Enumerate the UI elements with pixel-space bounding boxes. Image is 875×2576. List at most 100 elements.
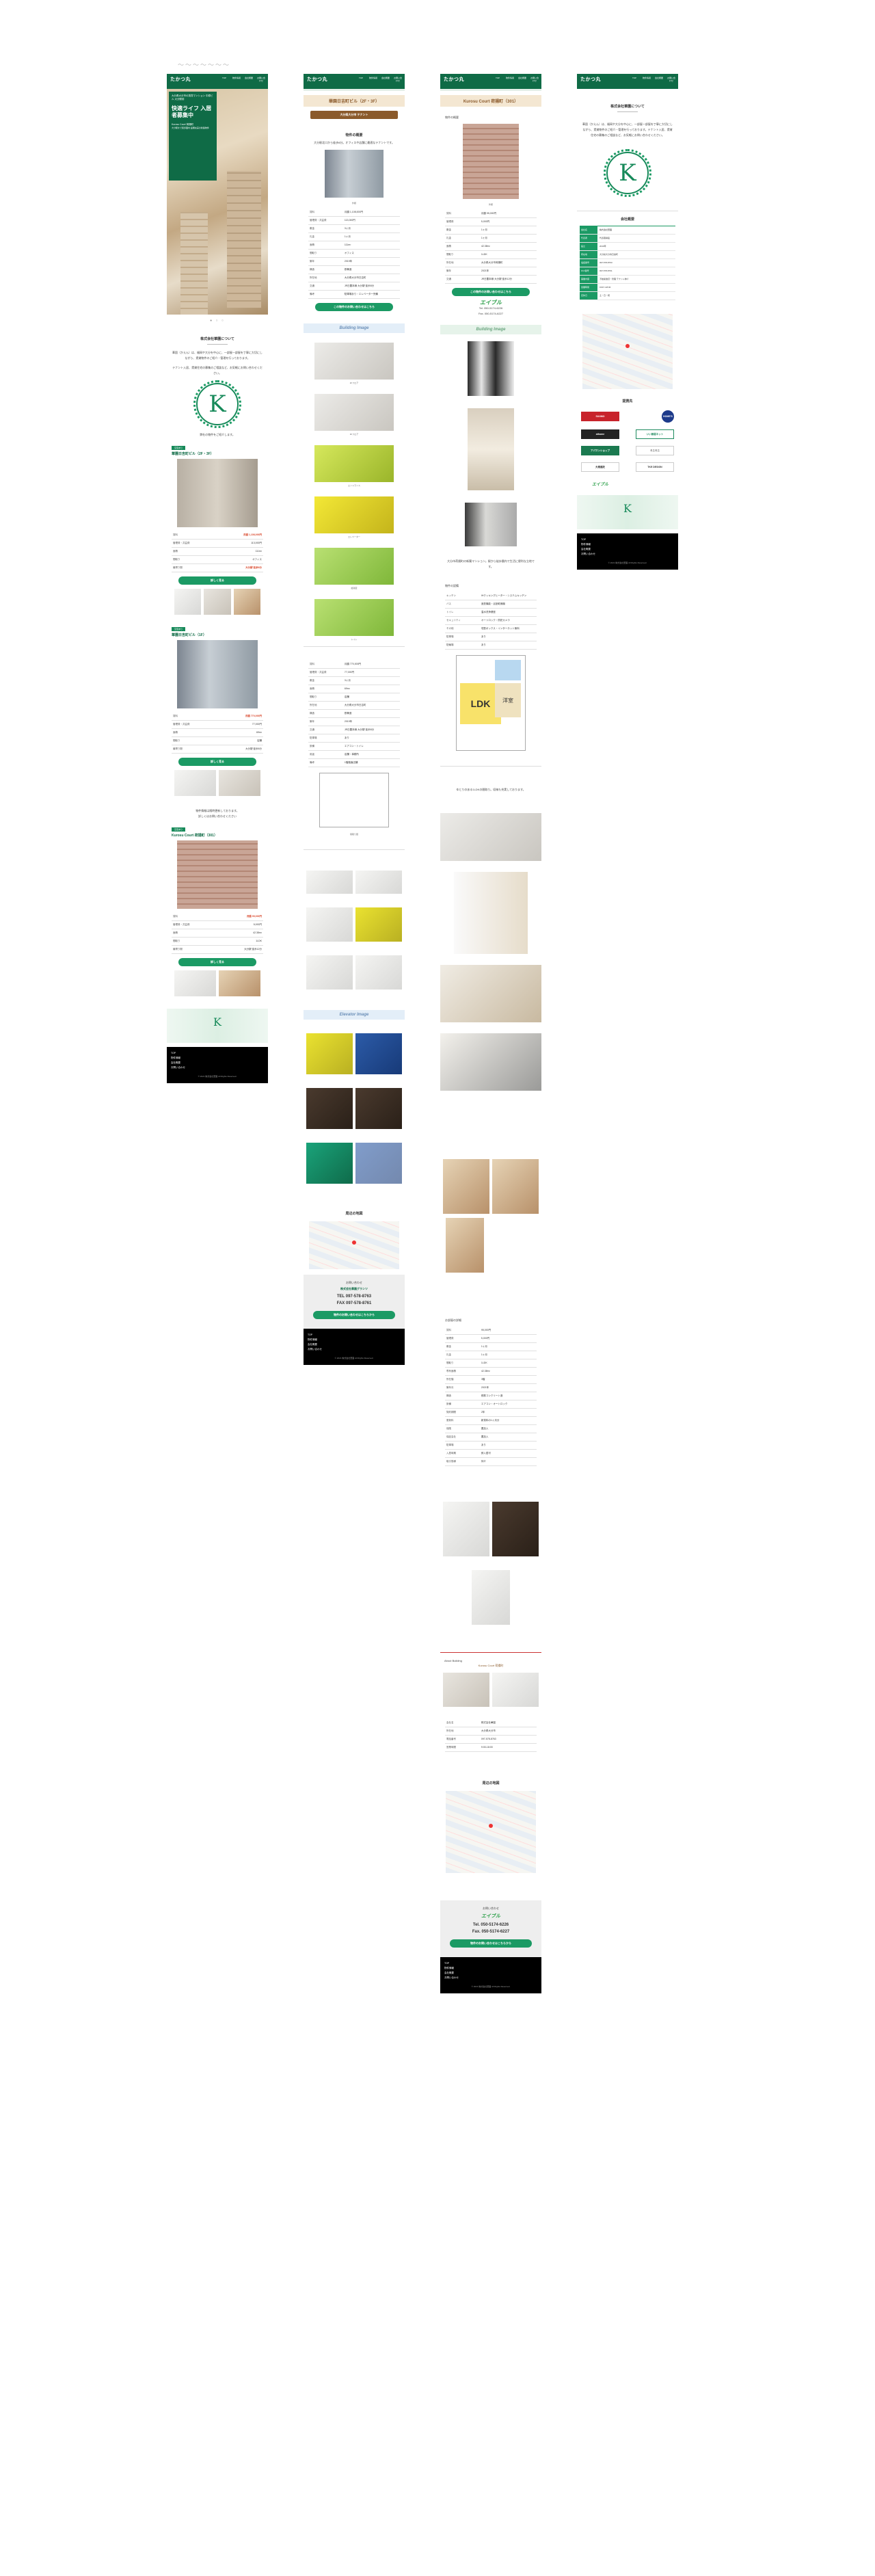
- footer-link-contact[interactable]: お問い合わせ: [581, 552, 674, 557]
- grid-photo[interactable]: [355, 907, 402, 942]
- nav-item-company[interactable]: 会社概要: [381, 77, 390, 82]
- room-photo[interactable]: [492, 1502, 539, 1556]
- elevator-photo[interactable]: [355, 1033, 402, 1074]
- interior-photo[interactable]: [440, 965, 541, 1022]
- listing-photo[interactable]: [177, 840, 258, 909]
- footer-link-properties[interactable]: 物件情報: [581, 542, 674, 547]
- slider-dots[interactable]: ● ○ ○: [167, 319, 268, 323]
- thumb[interactable]: [174, 770, 216, 796]
- partner-logo-suumo[interactable]: SUUMO: [581, 412, 619, 421]
- site-logo[interactable]: たかつ丸: [170, 76, 191, 83]
- footer-link-top[interactable]: TOP: [581, 537, 674, 542]
- site-logo[interactable]: たかつ丸: [307, 76, 327, 83]
- nav-item-top[interactable]: TOP: [630, 77, 639, 82]
- partner-logo-daito[interactable]: 大東建託: [581, 462, 619, 472]
- elevator-photo[interactable]: [355, 1088, 402, 1129]
- contact-button[interactable]: 物件のお問い合わせはこちらから: [450, 1939, 532, 1948]
- area-map[interactable]: [309, 1221, 399, 1269]
- grid-photo[interactable]: [306, 955, 353, 990]
- partner-logo-athome[interactable]: athome: [581, 429, 619, 439]
- room-photo[interactable]: [443, 1502, 489, 1556]
- footer-link-company[interactable]: 会社概要: [171, 1061, 264, 1065]
- footer-link-contact[interactable]: お問い合わせ: [171, 1065, 264, 1070]
- gallery-photo[interactable]: [314, 445, 394, 482]
- footer-link-top[interactable]: TOP: [308, 1333, 401, 1338]
- thumb[interactable]: [204, 589, 231, 615]
- footer-link-contact[interactable]: お問い合わせ: [308, 1347, 401, 1352]
- inquiry-button[interactable]: この物件のお問い合わせはこちら: [315, 303, 393, 311]
- grid-photo[interactable]: [355, 955, 402, 990]
- partner-logo-iiheya[interactable]: いい部屋ネット: [636, 429, 674, 439]
- facade-photo[interactable]: [325, 150, 383, 198]
- floor-plan[interactable]: [319, 773, 389, 827]
- listing-detail-button[interactable]: 詳しく見る: [178, 758, 256, 766]
- nav-item-company[interactable]: 会社概要: [244, 77, 254, 82]
- area-map[interactable]: [446, 1791, 536, 1873]
- contact-button[interactable]: 物件のお問い合わせはこちらから: [313, 1311, 395, 1319]
- gallery-photo[interactable]: [314, 496, 394, 533]
- contact-tel[interactable]: Tel. 050-5174-6226: [443, 1922, 539, 1928]
- nav-item-contact[interactable]: お問い合わせ: [393, 77, 403, 82]
- footer-link-company[interactable]: 会社概要: [581, 547, 674, 552]
- about-photo[interactable]: [492, 1673, 539, 1707]
- listing-photo[interactable]: [177, 640, 258, 708]
- footer-link-contact[interactable]: お問い合わせ: [444, 1976, 537, 1980]
- partner-logo-able[interactable]: エイブル: [581, 479, 619, 488]
- floor-plan[interactable]: LDK 洋室: [456, 655, 526, 751]
- contact-tel[interactable]: TEL 097-578-8763: [306, 1293, 402, 1300]
- listing-photo[interactable]: [177, 459, 258, 527]
- footer-link-company[interactable]: 会社概要: [444, 1971, 537, 1976]
- company-map[interactable]: [582, 314, 673, 389]
- gallery-photo[interactable]: [314, 548, 394, 585]
- elevator-photo[interactable]: [306, 1033, 353, 1074]
- agent-tel[interactable]: Tel. 050-5174-6226: [445, 306, 537, 311]
- elevator-photo[interactable]: [355, 1143, 402, 1184]
- nav-item-top[interactable]: TOP: [219, 77, 229, 82]
- gallery-photo[interactable]: [314, 394, 394, 431]
- partner-logo-apaman[interactable]: アパマンショップ: [581, 446, 619, 455]
- room-photo[interactable]: [472, 1570, 510, 1625]
- interior-photo[interactable]: [440, 1033, 541, 1091]
- footer-link-top[interactable]: TOP: [171, 1051, 264, 1056]
- footer-link-properties[interactable]: 物件情報: [308, 1338, 401, 1342]
- elevator-photo[interactable]: [306, 1088, 353, 1129]
- interior-photo[interactable]: [454, 872, 528, 954]
- entrance-photo[interactable]: [468, 341, 514, 396]
- facade-photo[interactable]: [463, 124, 519, 199]
- inquiry-button[interactable]: この物件のお問い合わせはこちら: [452, 288, 530, 296]
- nav-item-contact[interactable]: お問い合わせ: [256, 77, 266, 82]
- listing-name[interactable]: Kurosu Court 荷揚町（301）: [172, 833, 263, 838]
- grid-photo[interactable]: [355, 871, 402, 894]
- nav-item-company[interactable]: 会社概要: [654, 77, 664, 82]
- partner-logo-homes[interactable]: HOME'S: [662, 410, 674, 423]
- grid-photo[interactable]: [306, 907, 353, 942]
- listing-name[interactable]: 華園日吉町ビル（1F）: [172, 633, 263, 637]
- bath-photo[interactable]: [446, 1218, 484, 1273]
- thumb[interactable]: [233, 589, 260, 615]
- listing-detail-button[interactable]: 詳しく見る: [178, 576, 256, 585]
- site-logo[interactable]: たかつ丸: [444, 76, 464, 83]
- about-photo[interactable]: [443, 1673, 489, 1707]
- nav-item-top[interactable]: TOP: [493, 77, 502, 82]
- nav-item-company[interactable]: 会社概要: [517, 77, 527, 82]
- thumb[interactable]: [174, 970, 216, 996]
- thumb[interactable]: [174, 589, 202, 615]
- partner-logo-minimini[interactable]: ミニミニ: [636, 446, 674, 455]
- elevator-photo[interactable]: [306, 1143, 353, 1184]
- thumb[interactable]: [219, 770, 260, 796]
- nav-item-contact[interactable]: お問い合わせ: [667, 77, 676, 82]
- nav-item-properties[interactable]: 物件情報: [368, 77, 378, 82]
- nav-item-properties[interactable]: 物件情報: [642, 77, 651, 82]
- partner-logo-tke[interactable]: TKE DESIGN: [636, 462, 674, 472]
- gallery-photo[interactable]: [314, 343, 394, 380]
- listing-name[interactable]: 華園日吉町ビル（2F・3F）: [172, 451, 263, 456]
- site-logo[interactable]: たかつ丸: [580, 76, 601, 83]
- footer-link-properties[interactable]: 物件情報: [171, 1056, 264, 1061]
- lobby-photo[interactable]: [465, 503, 517, 546]
- grid-photo[interactable]: [306, 871, 353, 894]
- nav-item-properties[interactable]: 物件情報: [232, 77, 241, 82]
- nav-item-contact[interactable]: お問い合わせ: [530, 77, 539, 82]
- gallery-photo[interactable]: [314, 599, 394, 636]
- hall-photo[interactable]: [468, 408, 514, 490]
- footer-link-top[interactable]: TOP: [444, 1961, 537, 1966]
